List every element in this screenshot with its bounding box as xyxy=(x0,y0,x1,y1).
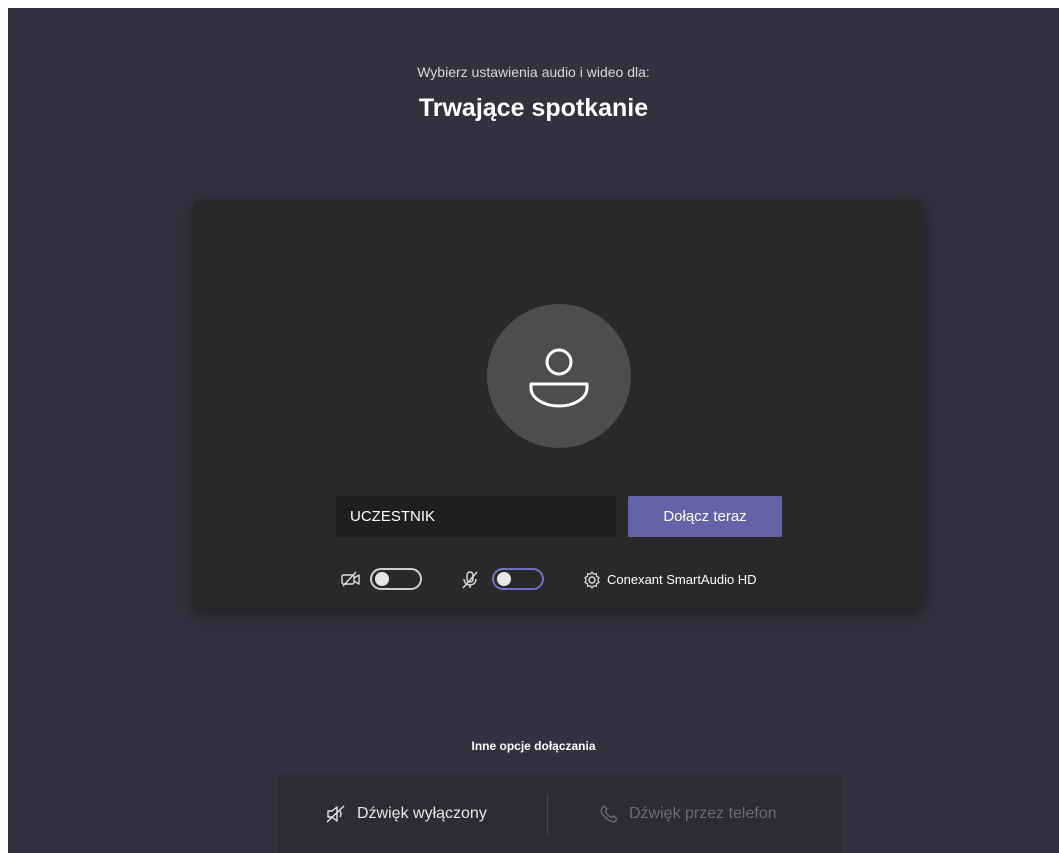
other-join-options-heading: Inne opcje dołączania xyxy=(471,739,596,753)
camera-off-icon xyxy=(340,570,362,593)
phone-audio-option[interactable]: Dźwięk przez telefon xyxy=(599,775,777,853)
microphone-toggle-knob xyxy=(497,572,511,586)
audio-off-label: Dźwięk wyłączony xyxy=(357,805,487,822)
device-controls: Conexant SmartAudio HD xyxy=(194,567,923,595)
prejoin-subtitle: Wybierz ustawienia audio i wideo dla: xyxy=(417,64,650,80)
camera-toggle[interactable] xyxy=(370,568,422,590)
video-preview-panel: Dołącz teraz xyxy=(194,201,923,608)
camera-toggle-knob xyxy=(375,572,389,586)
meeting-prejoin-screen: Wybierz ustawienia audio i wideo dla: Tr… xyxy=(8,8,1059,853)
name-input[interactable] xyxy=(336,496,616,537)
person-icon xyxy=(529,348,589,408)
mic-off-icon xyxy=(460,570,480,595)
audio-device-label[interactable]: Conexant SmartAudio HD xyxy=(607,572,757,587)
gear-icon[interactable] xyxy=(582,570,602,595)
phone-icon xyxy=(599,804,619,824)
speaker-off-icon xyxy=(325,804,347,824)
audio-off-option[interactable]: Dźwięk wyłączony xyxy=(325,775,487,853)
options-divider xyxy=(547,794,548,836)
phone-audio-label: Dźwięk przez telefon xyxy=(629,805,777,822)
avatar xyxy=(487,304,631,448)
other-join-options-panel: Dźwięk wyłączony Dźwięk przez telefon xyxy=(277,775,841,853)
join-now-button[interactable]: Dołącz teraz xyxy=(628,496,782,537)
meeting-title: Trwające spotkanie xyxy=(418,94,649,122)
microphone-toggle[interactable] xyxy=(492,568,544,590)
